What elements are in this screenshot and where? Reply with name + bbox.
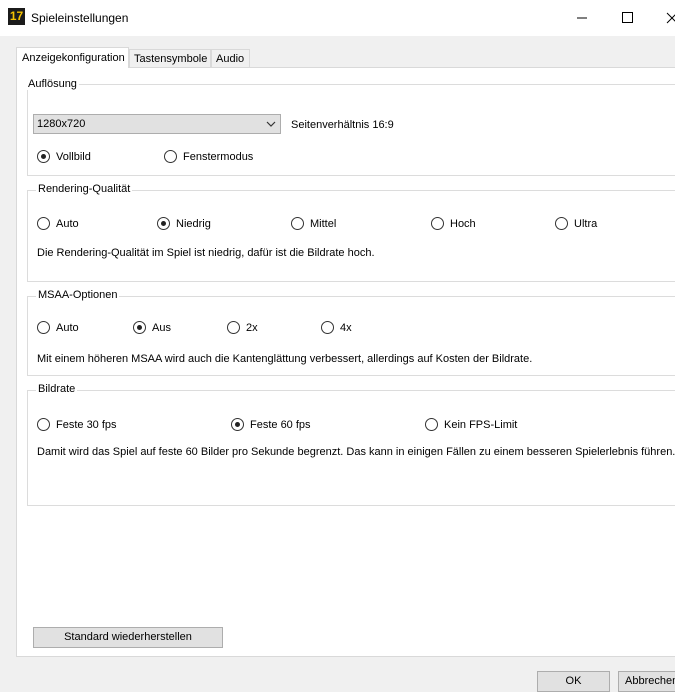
radio-label: Hoch <box>450 218 476 230</box>
msaa-description: Mit einem höheren MSAA wird auch die Kan… <box>37 353 533 365</box>
minimize-button[interactable] <box>562 6 602 30</box>
tab-display-config[interactable]: Anzeigekonfiguration <box>16 47 129 68</box>
radio-label: Fenstermodus <box>183 151 254 163</box>
framerate-group: Bildrate Feste 30 fps Feste 60 fps Kein … <box>27 383 675 506</box>
radio-checked-icon <box>37 150 50 163</box>
chevron-down-icon <box>266 121 276 127</box>
rendering-description: Die Rendering-Qualität im Spiel ist nied… <box>37 247 375 259</box>
radio-label: Aus <box>152 322 171 334</box>
framerate-group-title: Bildrate <box>36 383 78 395</box>
radio-unchecked-icon <box>431 217 444 230</box>
msaa-group: MSAA-Optionen Auto Aus 2x 4x Mit einem h… <box>27 289 675 376</box>
radio-label: Mittel <box>310 218 337 230</box>
radio-label: Niedrig <box>176 218 211 230</box>
maximize-icon <box>622 12 633 23</box>
radio-unchecked-icon <box>227 321 240 334</box>
minimize-icon <box>577 17 587 19</box>
radio-unchecked-icon <box>291 217 304 230</box>
tab-audio[interactable]: Audio <box>211 49 250 67</box>
radio-checked-icon <box>231 418 244 431</box>
app-icon: 17 <box>8 8 25 25</box>
radio-unchecked-icon <box>37 418 50 431</box>
rendering-group: Rendering-Qualität Auto Niedrig Mittel H… <box>27 183 675 282</box>
resolution-select-value: 1280x720 <box>37 118 86 130</box>
rendering-group-title: Rendering-Qualität <box>36 183 133 195</box>
radio-label: Ultra <box>574 218 598 230</box>
radio-label: 2x <box>246 322 258 334</box>
aspect-ratio-label: Seitenverhältnis 16:9 <box>291 119 394 131</box>
framerate-description: Damit wird das Spiel auf feste 60 Bilder… <box>37 446 675 458</box>
resolution-group: Auflösung 1280x720 Seitenverhältnis 16:9… <box>26 78 675 176</box>
radio-unchecked-icon <box>555 217 568 230</box>
resolution-group-title: Auflösung <box>26 78 79 90</box>
radio-label: 4x <box>340 322 352 334</box>
radio-label: Vollbild <box>56 151 91 163</box>
resolution-select[interactable]: 1280x720 <box>33 114 281 134</box>
window-title: Spieleinstellungen <box>31 11 129 25</box>
msaa-group-title: MSAA-Optionen <box>36 289 120 301</box>
maximize-button[interactable] <box>608 6 648 30</box>
radio-label: Feste 60 fps <box>250 419 311 431</box>
radio-unchecked-icon <box>164 150 177 163</box>
close-button[interactable] <box>652 6 675 30</box>
radio-label: Auto <box>56 218 79 230</box>
radio-label: Kein FPS-Limit <box>444 419 518 431</box>
close-icon <box>666 12 675 24</box>
title-bar: 17 Spieleinstellungen <box>0 0 675 36</box>
restore-defaults-button[interactable]: Standard wiederherstellen <box>33 627 223 648</box>
radio-unchecked-icon <box>425 418 438 431</box>
radio-checked-icon <box>133 321 146 334</box>
radio-label: Auto <box>56 322 79 334</box>
tab-key-symbols[interactable]: Tastensymbole <box>129 49 211 67</box>
radio-unchecked-icon <box>37 321 50 334</box>
radio-checked-icon <box>157 217 170 230</box>
radio-unchecked-icon <box>321 321 334 334</box>
radio-label: Feste 30 fps <box>56 419 117 431</box>
radio-unchecked-icon <box>37 217 50 230</box>
tab-panel: Auflösung 1280x720 Seitenverhältnis 16:9… <box>16 67 675 657</box>
